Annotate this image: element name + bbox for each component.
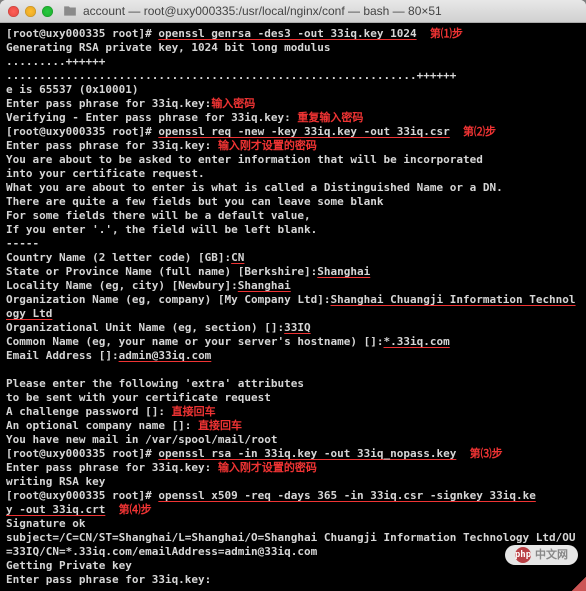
output: There are quite a few fields but you can… xyxy=(6,195,580,209)
output: ........................................… xyxy=(6,69,580,83)
output: For some fields there will be a default … xyxy=(6,209,580,223)
output: State or Province Name (full name) [Berk… xyxy=(6,265,317,278)
output: If you enter '.', the field will be left… xyxy=(6,223,580,237)
prompt: [root@uxy000335 root]# xyxy=(6,489,152,502)
corner-fold-icon xyxy=(572,577,586,591)
output: subject=/C=CN/ST=Shanghai/L=Shanghai/O=S… xyxy=(6,531,580,559)
output: What you are about to enter is what is c… xyxy=(6,181,580,195)
output: A challenge password []: xyxy=(6,405,165,418)
prompt: [root@uxy000335 root]# xyxy=(6,27,152,40)
output: Enter pass phrase for 33iq.key: xyxy=(6,97,211,110)
output: into your certificate request. xyxy=(6,167,580,181)
output: Organization Name (eg, company) [My Comp… xyxy=(6,293,331,306)
input-value: CN xyxy=(231,251,244,264)
watermark-logo-icon: php xyxy=(515,547,531,563)
output: Please enter the following 'extra' attri… xyxy=(6,377,580,391)
output: Enter pass phrase for 33iq.key: xyxy=(6,139,211,152)
input-value: 33IQ xyxy=(284,321,311,334)
titlebar: account — root@uxy000335:/usr/local/ngin… xyxy=(0,0,586,23)
prompt: [root@uxy000335 root]# xyxy=(6,125,152,138)
watermark-text: 中文网 xyxy=(535,548,568,562)
output: Getting Private key xyxy=(6,559,580,573)
command: openssl rsa -in 33iq.key -out 33iq_nopas… xyxy=(158,447,456,460)
command: openssl req -new -key 33iq.key -out 33iq… xyxy=(158,125,449,138)
output: ----- xyxy=(6,237,580,251)
output: An optional company name []: xyxy=(6,419,191,432)
output: .........++++++ xyxy=(6,55,580,69)
annotation-prev-pw2: 输入刚才设置的密码 xyxy=(218,461,317,474)
output: writing RSA key xyxy=(6,475,580,489)
close-icon[interactable] xyxy=(8,6,19,17)
output: Locality Name (eg, city) [Newbury]: xyxy=(6,279,238,292)
minimize-icon[interactable] xyxy=(25,6,36,17)
input-value: Shanghai xyxy=(238,279,291,292)
zoom-icon[interactable] xyxy=(42,6,53,17)
annotation-step4: 第⑷步 xyxy=(119,503,152,516)
output: Common Name (eg, your name or your serve… xyxy=(6,335,384,348)
output: e is 65537 (0x10001) xyxy=(6,83,580,97)
annotation-enter-pw: 输入密码 xyxy=(211,97,255,110)
output: Country Name (2 letter code) [GB]: xyxy=(6,251,231,264)
input-value: admin@33iq.com xyxy=(119,349,212,362)
annotation-step2: 第⑵步 xyxy=(463,125,496,138)
input-value: *.33iq.com xyxy=(384,335,450,348)
prompt: [root@uxy000335 root]# xyxy=(6,447,152,460)
command: openssl genrsa -des3 -out 33iq.key 1024 xyxy=(158,27,416,40)
annotation-enter: 直接回车 xyxy=(198,419,242,432)
watermark: php 中文网 xyxy=(505,545,578,565)
folder-icon xyxy=(63,4,77,18)
output: to be sent with your certificate request xyxy=(6,391,580,405)
terminal-body[interactable]: [root@uxy000335 root]# openssl genrsa -d… xyxy=(0,23,586,591)
annotation-prev-pw: 输入刚才设置的密码 xyxy=(218,139,317,152)
command: openssl x509 -req -days 365 -in 33iq.csr… xyxy=(158,489,536,502)
output: Email Address []: xyxy=(6,349,119,362)
output: Organizational Unit Name (eg, section) [… xyxy=(6,321,284,334)
command: y -out 33iq.crt xyxy=(6,503,105,516)
window-title: account — root@uxy000335:/usr/local/ngin… xyxy=(83,4,578,18)
output: You are about to be asked to enter infor… xyxy=(6,153,580,167)
traffic-lights xyxy=(8,6,53,17)
annotation-enter: 直接回车 xyxy=(172,405,216,418)
output: You have new mail in /var/spool/mail/roo… xyxy=(6,433,580,447)
annotation-step3: 第⑶步 xyxy=(470,447,503,460)
annotation-step1: 第⑴步 xyxy=(430,27,463,40)
input-value: Shanghai xyxy=(317,265,370,278)
output: Enter pass phrase for 33iq.key: xyxy=(6,461,211,474)
terminal-window: account — root@uxy000335:/usr/local/ngin… xyxy=(0,0,586,591)
output: Enter pass phrase for 33iq.key: xyxy=(6,573,580,587)
output: Verifying - Enter pass phrase for 33iq.k… xyxy=(6,111,291,124)
annotation-reenter-pw: 重复输入密码 xyxy=(297,111,363,124)
output: Generating RSA private key, 1024 bit lon… xyxy=(6,41,580,55)
output: Signature ok xyxy=(6,517,580,531)
